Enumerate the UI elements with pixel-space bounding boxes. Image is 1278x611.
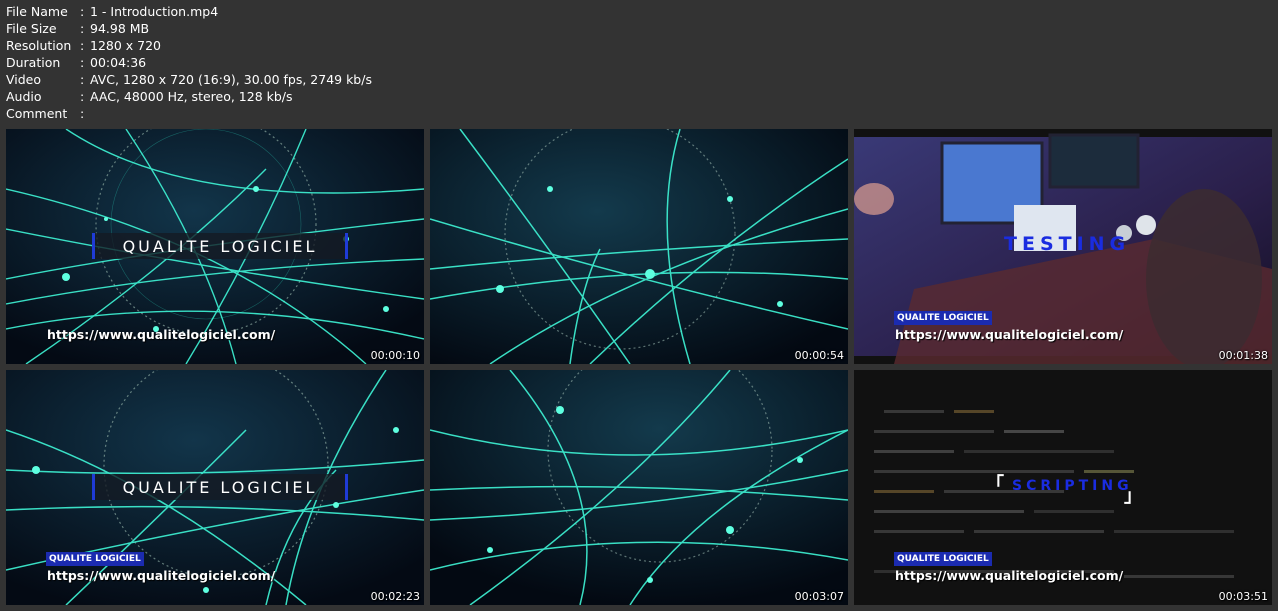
timestamp: 00:03:07: [794, 590, 844, 603]
bracket-close: 」: [1124, 486, 1142, 507]
thumbnail-5[interactable]: 00:03:07: [430, 370, 848, 605]
meta-separator: :: [80, 4, 85, 19]
meta-row-file-name: File Name : 1 - Introduction.mp4: [6, 3, 372, 20]
meta-separator: :: [80, 21, 85, 36]
meta-key: Comment: [6, 106, 68, 121]
meta-value: AVC, 1280 x 720 (16:9), 30.00 fps, 2749 …: [90, 72, 372, 87]
website-url: https://www.qualitelogiciel.com/: [47, 327, 276, 342]
meta-separator: :: [80, 38, 85, 53]
meta-value: 1280 x 720: [90, 38, 162, 53]
title-box: QUALITE LOGICIEL: [92, 474, 348, 500]
channel-badge: QUALITE LOGICIEL: [46, 552, 144, 566]
meta-row-file-size: File Size : 94.98 MB: [6, 20, 372, 37]
meta-key: Audio: [6, 89, 42, 104]
bracket-open: 「: [986, 474, 1004, 495]
meta-row-duration: Duration : 00:04:36: [6, 54, 372, 71]
timestamp: 00:00:10: [370, 349, 420, 362]
meta-row-audio: Audio : AAC, 48000 Hz, stereo, 128 kb/s: [6, 88, 372, 105]
meta-value: 00:04:36: [90, 55, 147, 70]
timestamp: 00:00:54: [794, 349, 844, 362]
meta-separator: :: [80, 89, 85, 104]
meta-row-resolution: Resolution : 1280 x 720: [6, 37, 372, 54]
website-url: https://www.qualitelogiciel.com/: [47, 568, 276, 583]
title-box: QUALITE LOGICIEL: [92, 233, 348, 259]
meta-key: Resolution: [6, 38, 72, 53]
scripting-word: SCRIPTING: [1012, 478, 1133, 494]
meta-separator: :: [80, 55, 85, 70]
thumbnail-3[interactable]: TESTING QUALITE LOGICIEL https://www.qua…: [854, 129, 1272, 364]
timestamp: 00:01:38: [1218, 349, 1268, 362]
timestamp: 00:03:51: [1218, 590, 1268, 603]
meta-value: AAC, 48000 Hz, stereo, 128 kb/s: [90, 89, 293, 104]
meta-value: 1 - Introduction.mp4: [90, 4, 219, 19]
title-text: QUALITE LOGICIEL: [122, 477, 318, 497]
title-text: QUALITE LOGICIEL: [122, 236, 318, 256]
channel-badge: QUALITE LOGICIEL: [894, 311, 992, 325]
meta-row-video: Video : AVC, 1280 x 720 (16:9), 30.00 fp…: [6, 71, 372, 88]
testing-word: TESTING: [1004, 233, 1131, 255]
timestamp: 00:02:23: [370, 590, 420, 603]
meta-separator: :: [80, 106, 85, 121]
meta-key: File Size: [6, 21, 57, 36]
contact-sheet: File Name : 1 - Introduction.mp4 File Si…: [0, 0, 1278, 611]
thumbnail-6[interactable]: 「 SCRIPTING 」 QUALITE LOGICIEL https://w…: [854, 370, 1272, 605]
meta-key: Video: [6, 72, 42, 87]
thumbnail-2[interactable]: 00:00:54: [430, 129, 848, 364]
meta-row-comment: Comment :: [6, 105, 372, 122]
meta-key: File Name: [6, 4, 68, 19]
thumbnail-1[interactable]: QUALITE LOGICIEL https://www.qualitelogi…: [6, 129, 424, 364]
meta-value: 94.98 MB: [90, 21, 150, 36]
globe-network-image: [430, 370, 848, 605]
website-url: https://www.qualitelogiciel.com/: [895, 568, 1124, 583]
globe-network-image: [430, 129, 848, 364]
website-url: https://www.qualitelogiciel.com/: [895, 327, 1124, 342]
thumbnail-4[interactable]: QUALITE LOGICIEL QUALITE LOGICIEL https:…: [6, 370, 424, 605]
file-metadata: File Name : 1 - Introduction.mp4 File Si…: [6, 3, 372, 122]
meta-key: Duration: [6, 55, 61, 70]
channel-badge: QUALITE LOGICIEL: [894, 552, 992, 566]
meta-separator: :: [80, 72, 85, 87]
